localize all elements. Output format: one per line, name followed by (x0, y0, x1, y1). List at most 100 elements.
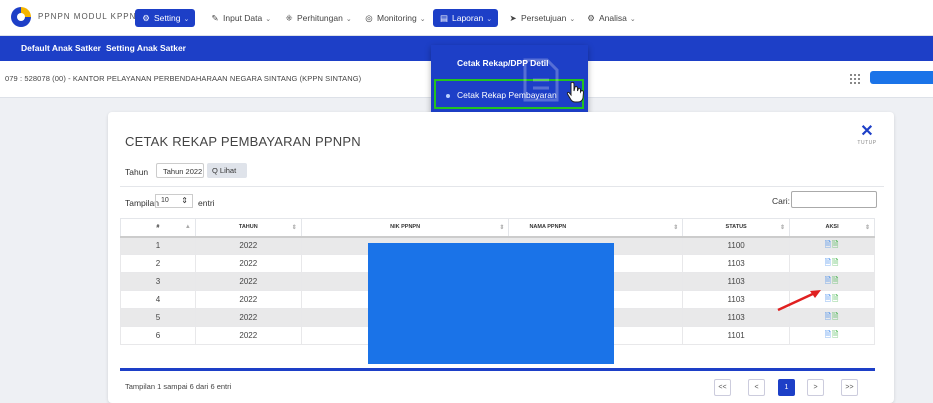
pdf-icon[interactable]: 🗎 (825, 330, 832, 339)
excel-icon[interactable]: 🗎 (832, 258, 839, 267)
user-menu-redacted[interactable] (870, 71, 933, 84)
cell-status: 1103 (682, 272, 791, 291)
red-annotation-arrow-icon (777, 290, 821, 312)
cell-tahun: 2022 (194, 326, 302, 345)
close-button[interactable]: ✕ TUTUP (856, 123, 878, 147)
sort-icon: ⇕ (673, 225, 679, 231)
sort-icon: ⇕ (864, 225, 870, 231)
chevron-down-icon: ⌄ (629, 16, 636, 23)
col-header-status[interactable]: STATUS ⇕ (682, 218, 791, 238)
col-header-tahun[interactable]: TAHUN ⇕ (194, 218, 302, 238)
tampilan-label: Tampilan (125, 198, 160, 208)
bullet-icon (446, 93, 450, 98)
sort-icon: ⇕ (291, 225, 297, 231)
excel-icon[interactable]: 🗎 (832, 276, 839, 285)
app-logo-icon[interactable] (10, 6, 32, 28)
pdf-icon[interactable]: 🗎 (825, 312, 832, 321)
cell-status: 1100 (682, 236, 791, 255)
cell-status: 1103 (682, 308, 791, 327)
calc-icon: ⁜ (285, 13, 293, 23)
chevron-down-icon: ⌄ (486, 16, 493, 23)
excel-icon[interactable]: 🗎 (832, 294, 839, 303)
pdf-icon[interactable]: 🗎 (825, 258, 832, 267)
chevron-down-icon: ⌄ (345, 16, 352, 23)
table-info: Tampilan 1 sampai 6 dari 6 entri (125, 382, 232, 391)
cari-label: Cari: (772, 196, 790, 206)
sort-icon: ▲ (184, 224, 191, 230)
edit-icon: ✎ (211, 13, 219, 23)
cell-no: 1 (120, 236, 196, 255)
col-header-nik[interactable]: NIK PPNPN ⇕ (300, 218, 510, 238)
divider (120, 186, 884, 187)
lihat-button[interactable]: Q Lihat (207, 163, 247, 178)
grid-menu-icon[interactable] (850, 74, 860, 84)
pdf-icon[interactable]: 🗎 (825, 240, 832, 249)
office-label: 079 : 528078 (00) - KANTOR PELAYANAN PER… (5, 74, 362, 83)
cell-no: 5 (120, 308, 196, 327)
tahun-label: Tahun (125, 167, 149, 177)
pdf-icon[interactable]: 🗎 (825, 294, 832, 303)
nav-monitoring[interactable]: ◎ Monitoring ⌄ (358, 9, 432, 27)
pagination-last[interactable]: >> (841, 379, 858, 396)
pagination-next[interactable]: > (807, 379, 824, 396)
cell-tahun: 2022 (194, 236, 302, 255)
col-header-nama[interactable]: NAMA PPNPN ⇕ (508, 218, 684, 238)
cell-no: 4 (120, 290, 196, 309)
page-length-select[interactable]: 10 ⇕ (155, 194, 193, 208)
nav-analisa[interactable]: ⚙ Analisa ⌄ (580, 9, 642, 27)
pagination-page-1[interactable]: 1 (778, 379, 795, 396)
cell-tahun: 2022 (194, 272, 302, 291)
cell-tahun: 2022 (194, 308, 302, 327)
cell-status: 1101 (682, 326, 791, 345)
nav-perhitungan[interactable]: ⁜ Perhitungan ⌄ (278, 9, 358, 27)
excel-icon[interactable]: 🗎 (832, 240, 839, 249)
chevron-down-icon: ⌄ (569, 16, 576, 23)
table-bottom-bar (120, 368, 875, 371)
cell-status: 1103 (682, 290, 791, 309)
nav-persetujuan[interactable]: ➤ Persetujuan ⌄ (502, 9, 581, 27)
close-label: TUTUP (857, 140, 877, 146)
top-navbar: PPNPN MODUL KPPN ⚙ Setting ⌄ ✎ Input Data ⌄ … (0, 0, 933, 36)
chevron-down-icon: ⌄ (419, 16, 426, 23)
cell-status: 1103 (682, 254, 791, 273)
search-input[interactable] (791, 191, 877, 208)
chevron-down-icon: ⌄ (183, 16, 190, 23)
sort-icon: ⇕ (499, 225, 505, 231)
excel-icon[interactable]: 🗎 (832, 312, 839, 321)
monitor-icon: ◎ (365, 13, 373, 23)
entri-label: entri (198, 198, 215, 208)
hand-cursor-icon (566, 81, 585, 103)
gear-icon: ⚙ (587, 13, 595, 23)
tahun-select[interactable]: Tahun 2022 (156, 163, 204, 178)
cell-aksi: 🗎🗎 (789, 326, 875, 345)
cell-tahun: 2022 (194, 290, 302, 309)
menu-item-cetak-rekap-pembayaran[interactable]: Cetak Rekap Pembayaran (434, 79, 584, 109)
pagination-prev[interactable]: < (748, 379, 765, 396)
page-title: CETAK REKAP PEMBAYARAN PPNPN (125, 134, 361, 149)
redacted-nik-nama-block (368, 243, 614, 364)
updown-arrow-icon: ⇕ (181, 196, 188, 205)
cell-tahun: 2022 (194, 254, 302, 273)
cell-aksi: 🗎🗎 (789, 254, 875, 273)
report-icon: ▤ (439, 13, 449, 23)
subnav-default-anak-satker[interactable]: Default Anak Satker (21, 43, 101, 53)
col-header-no[interactable]: # ▲ (120, 218, 196, 238)
send-icon: ➤ (509, 13, 517, 23)
close-icon: ✕ (860, 123, 874, 140)
nav-input-data[interactable]: ✎ Input Data ⌄ (204, 9, 277, 27)
cell-no: 6 (120, 326, 196, 345)
subnav-setting-anak-satker[interactable]: Setting Anak Satker (106, 43, 186, 53)
nav-laporan[interactable]: ▤ Laporan ⌄ (433, 9, 499, 27)
excel-icon[interactable]: 🗎 (832, 330, 839, 339)
cell-no: 3 (120, 272, 196, 291)
table-header-row: # ▲ TAHUN ⇕ NIK PPNPN ⇕ NAMA PPNPN ⇕ STATUS ⇕… (120, 218, 875, 238)
sort-icon: ⇕ (780, 225, 786, 231)
gear-icon: ⚙ (142, 13, 150, 23)
pdf-icon[interactable]: 🗎 (825, 276, 832, 285)
col-header-aksi[interactable]: AKSI ⇕ (789, 218, 875, 238)
cell-aksi: 🗎🗎 (789, 236, 875, 255)
app-brand: PPNPN MODUL KPPN (38, 12, 137, 21)
pagination-first[interactable]: << (714, 379, 731, 396)
nav-setting[interactable]: ⚙ Setting ⌄ (135, 9, 196, 27)
cell-no: 2 (120, 254, 196, 273)
